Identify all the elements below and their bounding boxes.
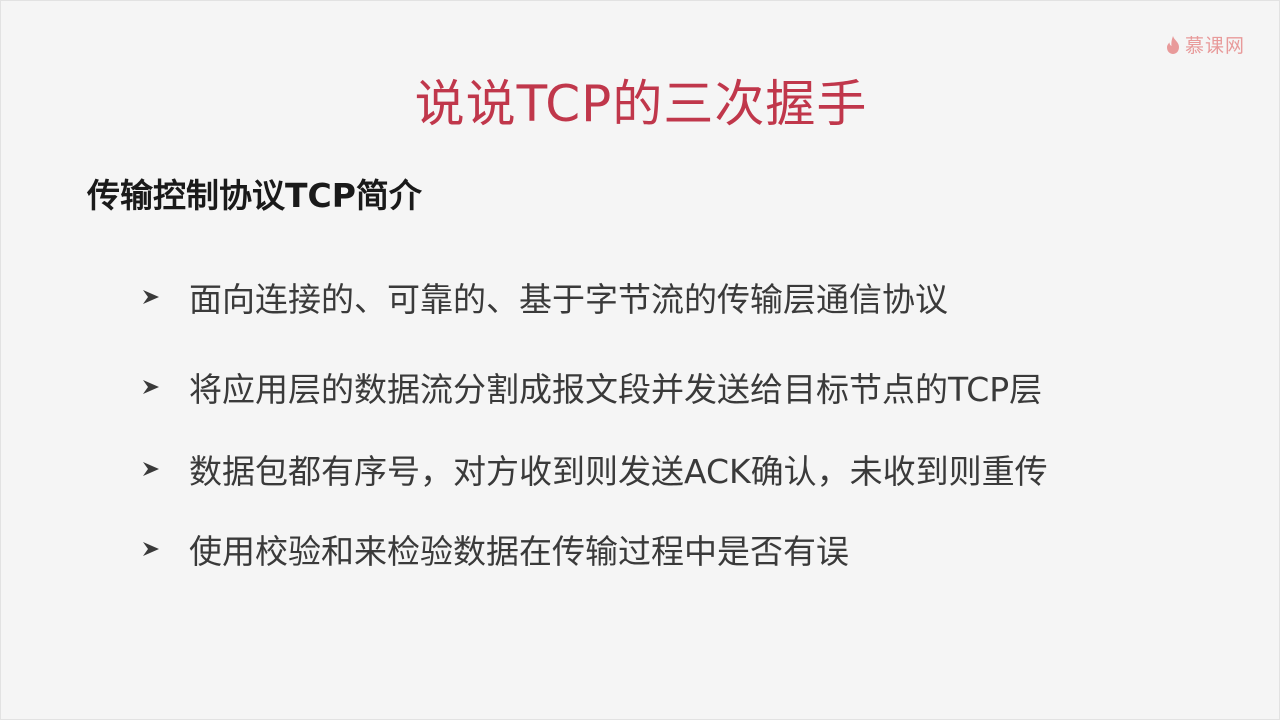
slide: 慕课网 说说TCP的三次握手 传输控制协议TCP简介 面向连接的、可靠的、基于字… xyxy=(0,0,1280,720)
logo: 慕课网 xyxy=(1165,31,1245,58)
bullet-list: 面向连接的、可靠的、基于字节流的传输层通信协议 将应用层的数据流分割成报文段并发… xyxy=(141,271,1048,613)
arrow-bullet-icon xyxy=(141,539,175,559)
slide-title: 说说TCP的三次握手 xyxy=(414,75,868,133)
bullet-text: 使用校验和来检验数据在传输过程中是否有误 xyxy=(189,532,849,571)
bullet-text: 面向连接的、可靠的、基于字节流的传输层通信协议 xyxy=(189,280,948,319)
bullet-text: 数据包都有序号，对方收到则发送ACK确认，未收到则重传 xyxy=(189,452,1048,491)
flame-icon xyxy=(1165,35,1181,55)
arrow-bullet-icon xyxy=(141,377,175,397)
slide-subtitle: 传输控制协议TCP简介 xyxy=(87,176,422,215)
bullet-item: 使用校验和来检验数据在传输过程中是否有误 xyxy=(141,523,1048,575)
bullet-text: 将应用层的数据流分割成报文段并发送给目标节点的TCP层 xyxy=(189,370,1043,409)
bullet-item: 面向连接的、可靠的、基于字节流的传输层通信协议 xyxy=(141,271,1048,323)
bullet-item: 数据包都有序号，对方收到则发送ACK确认，未收到则重传 xyxy=(141,443,1048,495)
arrow-bullet-icon xyxy=(141,287,175,307)
logo-text: 慕课网 xyxy=(1184,35,1245,57)
arrow-bullet-icon xyxy=(141,459,175,479)
bullet-item: 将应用层的数据流分割成报文段并发送给目标节点的TCP层 xyxy=(141,361,1048,413)
